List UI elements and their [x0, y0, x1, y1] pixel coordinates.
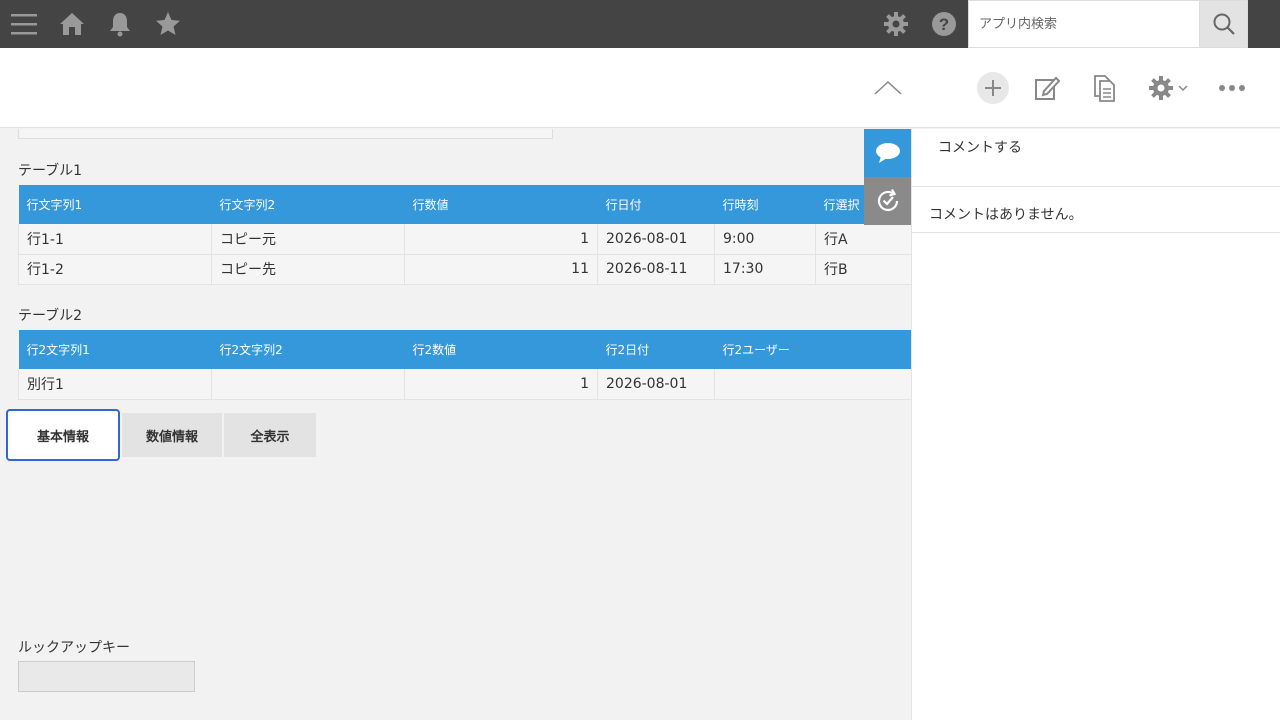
table-cell	[211, 369, 405, 400]
record-form: テーブル1 行文字列1 行文字列2 行数値 行日付 行時刻 行選択 行1-1 コ…	[0, 129, 911, 720]
table1-col-header: 行日付	[597, 185, 715, 224]
field-stub	[18, 129, 553, 139]
comments-tab[interactable]	[864, 129, 912, 177]
table-row: 行1-1 コピー元 1 2026-08-01 9:00 行A	[18, 224, 911, 255]
table1-header-row: 行文字列1 行文字列2 行数値 行日付 行時刻 行選択	[18, 185, 911, 224]
global-header: ?	[0, 0, 1280, 48]
table-cell: 行A	[815, 224, 911, 255]
chevron-down-icon	[1178, 85, 1188, 92]
search-button[interactable]	[1200, 0, 1248, 48]
help-icon[interactable]: ?	[920, 0, 968, 48]
table1-col-header: 行文字列2	[211, 185, 405, 224]
table-cell: コピー元	[211, 224, 405, 255]
no-comments-message: コメントはありません。	[929, 207, 1083, 223]
table2-col-header: 行2文字列2	[211, 330, 405, 369]
edit-icon	[1035, 76, 1060, 100]
table-cell: 1	[404, 369, 598, 400]
table1-col-header: 行文字列1	[18, 185, 212, 224]
table-row: 別行1 1 2026-08-01	[18, 369, 911, 400]
add-record-button[interactable]	[973, 68, 1013, 108]
table2-header-row: 行2文字列1 行2文字列2 行2数値 行2日付 行2ユーザー	[18, 330, 911, 369]
table2-col-header: 行2文字列1	[18, 330, 212, 369]
table2-col-header: 行2日付	[597, 330, 715, 369]
copy-document-icon	[1094, 75, 1115, 102]
table-cell: 2026-08-11	[597, 254, 715, 285]
table-cell: 2026-08-01	[597, 224, 715, 255]
table-cell: 17:30	[714, 254, 816, 285]
table1-col-header: 行数値	[404, 185, 598, 224]
table2-label: テーブル2	[18, 308, 83, 324]
table-cell: 11	[404, 254, 598, 285]
tab-basic-info[interactable]: 基本情報	[6, 409, 120, 461]
form-tabs: 基本情報 数値情報 全表示	[6, 409, 316, 461]
comment-panel: コメントする コメントはありません。	[911, 129, 1280, 720]
table2: 行2文字列1 行2文字列2 行2数値 行2日付 行2ユーザー 別行1 1 202…	[18, 330, 911, 400]
speech-bubble-icon	[876, 143, 900, 163]
lookup-key-field[interactable]	[18, 661, 195, 692]
table2-col-header: 行2数値	[404, 330, 598, 369]
bell-icon[interactable]	[96, 0, 144, 48]
table2-col-header: 行2ユーザー	[714, 330, 911, 369]
table1-col-header: 行時刻	[714, 185, 816, 224]
tab-numeric-info[interactable]: 数値情報	[122, 413, 222, 457]
table-cell: コピー先	[211, 254, 405, 285]
divider	[912, 232, 1280, 233]
history-icon	[877, 188, 899, 212]
table-cell: 9:00	[714, 224, 816, 255]
history-tab[interactable]	[864, 177, 912, 225]
table-cell: 行1-2	[18, 254, 212, 285]
tab-show-all[interactable]: 全表示	[224, 413, 316, 457]
table-cell	[714, 369, 911, 400]
gear-icon	[1149, 76, 1173, 100]
app-search-input[interactable]	[968, 0, 1200, 48]
duplicate-record-button[interactable]	[1084, 68, 1124, 108]
table1-label: テーブル1	[18, 163, 83, 179]
menu-icon[interactable]	[0, 0, 48, 48]
edit-record-button[interactable]	[1027, 68, 1067, 108]
table-cell: 1	[404, 224, 598, 255]
star-icon[interactable]	[144, 0, 192, 48]
table1: 行文字列1 行文字列2 行数値 行日付 行時刻 行選択 行1-1 コピー元 1 …	[18, 185, 911, 285]
home-icon[interactable]	[48, 0, 96, 48]
settings-icon[interactable]	[872, 0, 920, 48]
table-cell: 2026-08-01	[597, 369, 715, 400]
record-settings-button[interactable]	[1143, 68, 1193, 108]
more-options-icon[interactable]	[1212, 68, 1252, 108]
table-cell: 別行1	[18, 369, 212, 400]
table-row: 行1-2 コピー先 11 2026-08-11 17:30 行B	[18, 254, 911, 285]
table-cell: 行1-1	[18, 224, 212, 255]
side-panel-tabs	[864, 129, 912, 225]
plus-icon	[977, 72, 1009, 104]
record-toolbar	[0, 48, 1280, 128]
comment-input[interactable]: コメントする	[912, 129, 1280, 187]
lookup-key-label: ルックアップキー	[18, 640, 130, 656]
table-cell: 行B	[815, 254, 911, 285]
svg-text:?: ?	[939, 15, 949, 34]
collapse-chevron-up-icon[interactable]	[868, 68, 908, 108]
search-icon	[1213, 13, 1235, 35]
